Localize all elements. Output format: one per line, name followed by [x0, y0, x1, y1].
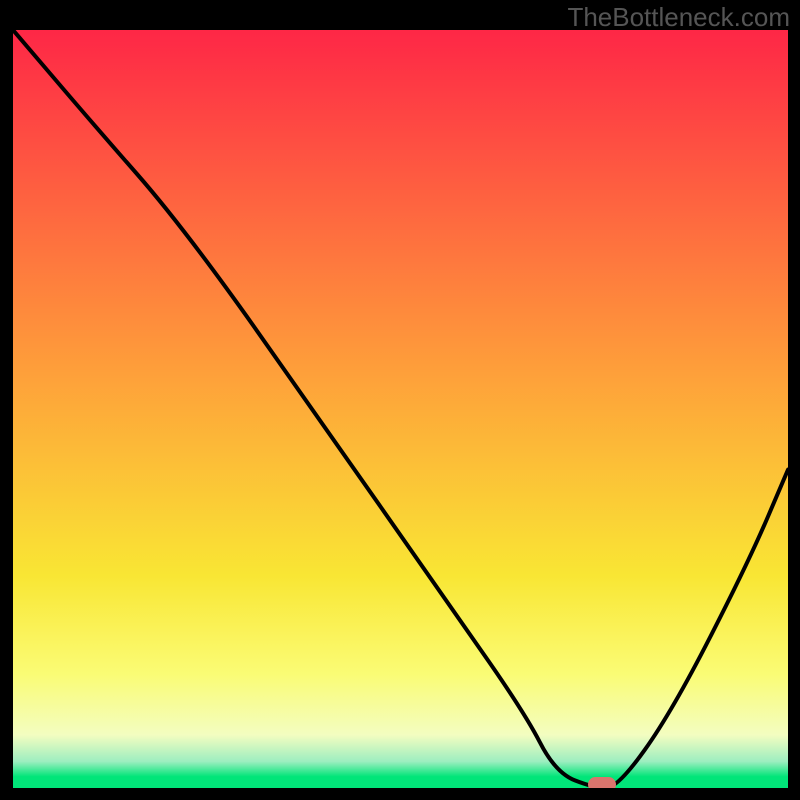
bottleneck-curve [13, 30, 788, 788]
watermark-text: TheBottleneck.com [567, 2, 790, 33]
chart-frame: TheBottleneck.com [0, 0, 800, 800]
optimum-marker [588, 777, 615, 788]
plot-area [13, 30, 788, 788]
